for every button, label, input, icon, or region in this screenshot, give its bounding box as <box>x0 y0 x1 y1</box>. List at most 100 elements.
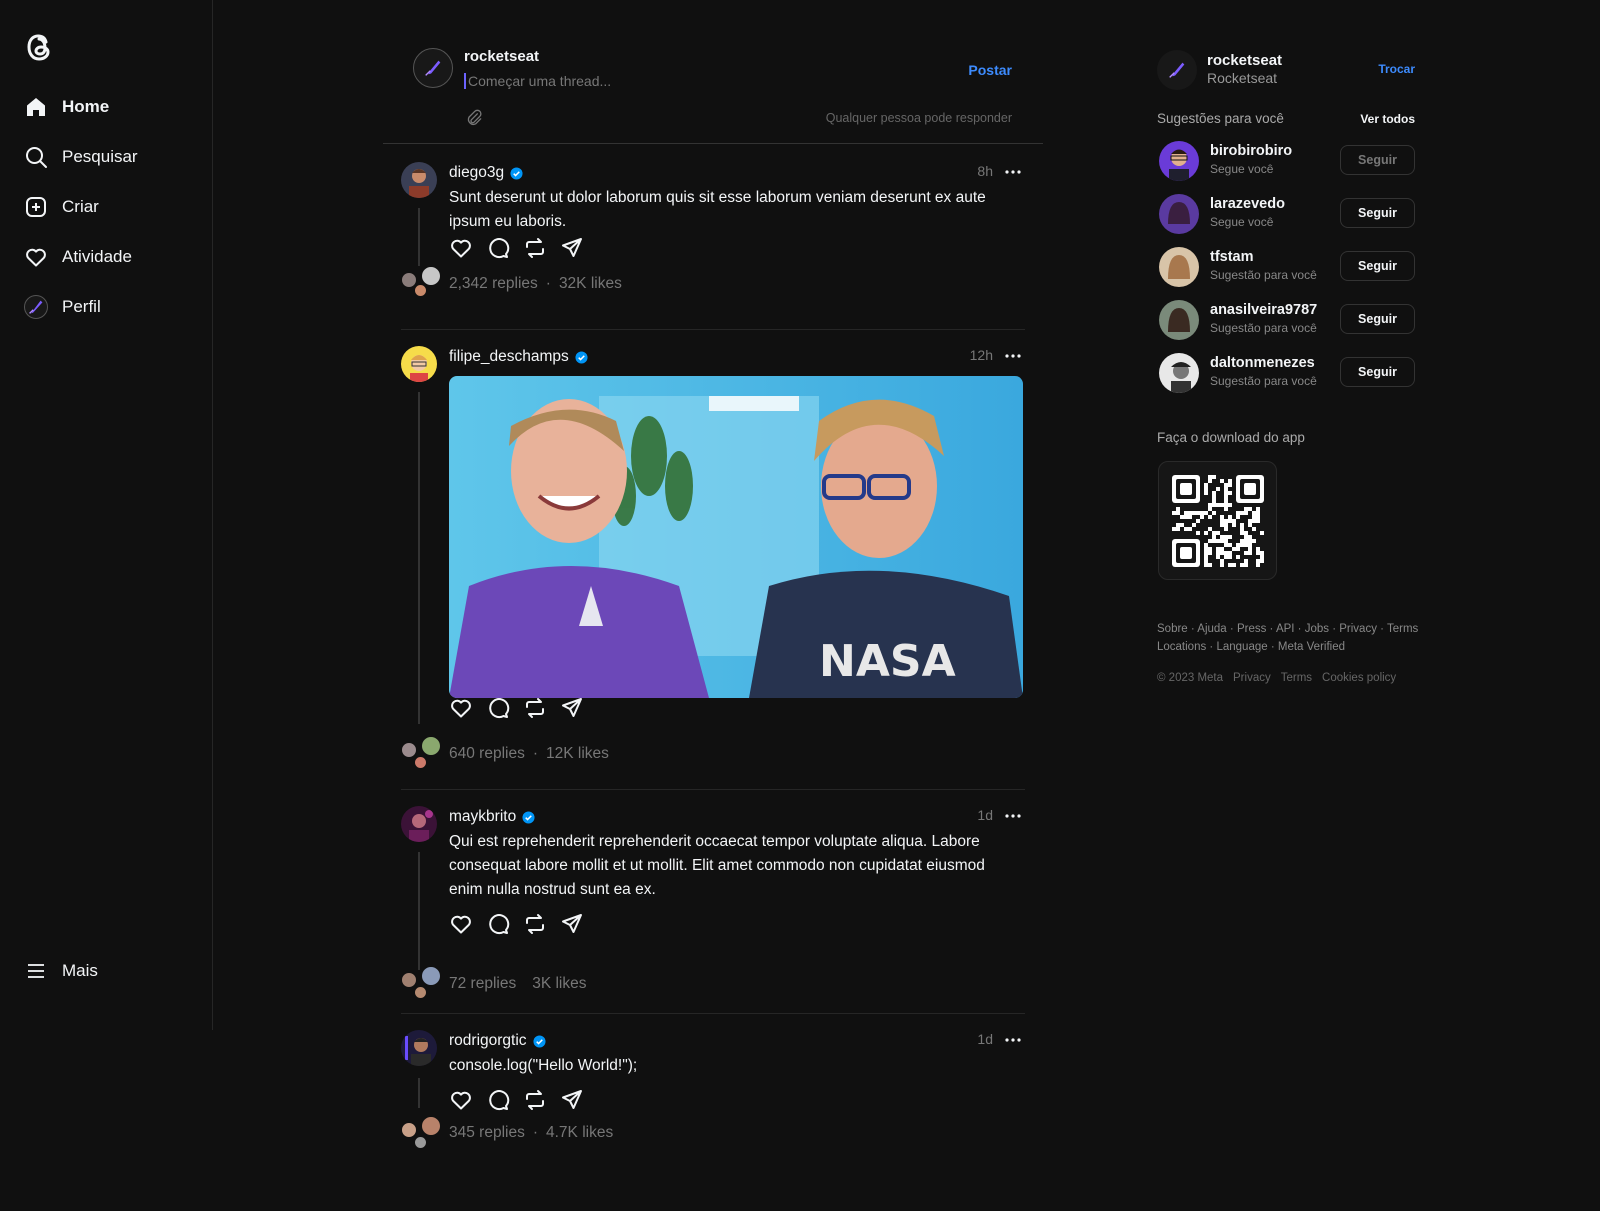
comment-icon[interactable] <box>486 1088 510 1112</box>
suggestion-username[interactable]: anasilveira9787 <box>1210 302 1317 318</box>
post-button[interactable]: Postar <box>968 62 1012 78</box>
stat-separator: · <box>532 1124 538 1141</box>
post-username[interactable]: maykbrito <box>449 808 516 826</box>
suggestion-username[interactable]: birobirobiro <box>1210 143 1292 159</box>
suggestion-avatar[interactable] <box>1159 353 1199 393</box>
replies-count[interactable]: 345 replies <box>449 1124 525 1142</box>
post-header: rodrigorgtic <box>449 1030 546 1052</box>
switch-account-button[interactable]: Trocar <box>1378 62 1415 76</box>
footer-link[interactable]: Meta Verified <box>1278 641 1345 653</box>
comment-icon[interactable] <box>486 236 510 260</box>
post-stats: 2,342 replies · 32K likes <box>449 275 622 293</box>
user-avatar[interactable] <box>401 346 437 382</box>
replies-count[interactable]: 640 replies <box>449 745 525 763</box>
footer-link[interactable]: Privacy <box>1233 672 1271 684</box>
share-icon[interactable] <box>560 696 584 720</box>
nav-search[interactable]: Pesquisar <box>24 145 138 169</box>
share-icon[interactable] <box>560 912 584 936</box>
heart-icon <box>26 248 46 267</box>
reply-permission[interactable]: Qualquer pessoa pode responder <box>826 111 1012 125</box>
comment-icon[interactable] <box>486 912 510 936</box>
follow-button[interactable]: Seguir <box>1340 145 1415 175</box>
nav-home-label: Home <box>62 97 110 116</box>
post-username[interactable]: diego3g <box>449 164 504 182</box>
rocket-icon <box>1169 62 1185 78</box>
user-avatar[interactable] <box>401 1030 437 1066</box>
more-icon[interactable] <box>1003 806 1023 826</box>
share-icon[interactable] <box>560 1088 584 1112</box>
replies-count[interactable]: 2,342 replies <box>449 275 538 293</box>
see-all-link[interactable]: Ver todos <box>1360 112 1415 126</box>
footer-link[interactable]: Press <box>1237 623 1266 635</box>
likes-count[interactable]: 12K likes <box>546 745 609 763</box>
follow-button[interactable]: Seguir <box>1340 198 1415 228</box>
attach-icon[interactable] <box>464 108 484 128</box>
likes-count[interactable]: 4.7K likes <box>546 1124 613 1142</box>
likes-count[interactable]: 32K likes <box>559 275 622 293</box>
post-username[interactable]: rodrigorgtic <box>449 1032 527 1050</box>
like-icon[interactable] <box>449 236 473 260</box>
post-stats: 640 replies · 12K likes <box>449 745 609 763</box>
current-username[interactable]: rocketseat <box>1207 52 1282 69</box>
current-user-avatar[interactable] <box>1157 50 1197 90</box>
nav-create[interactable]: Criar <box>24 195 99 219</box>
suggestion-subtitle: Sugestão para você <box>1210 268 1317 282</box>
post-username[interactable]: filipe_deschamps <box>449 348 569 366</box>
suggestion-username[interactable]: tfstam <box>1210 249 1254 265</box>
repost-icon[interactable] <box>523 696 547 720</box>
suggestion-avatar[interactable] <box>1159 247 1199 287</box>
suggestion-avatar[interactable] <box>1159 194 1199 234</box>
footer-link[interactable]: API <box>1276 623 1295 635</box>
thread-input[interactable] <box>464 73 844 89</box>
follow-button[interactable]: Seguir <box>1340 251 1415 281</box>
more-icon[interactable] <box>1003 162 1023 182</box>
post-header: filipe_deschamps <box>449 346 588 368</box>
likes-count[interactable]: 3K likes <box>532 975 586 993</box>
footer-link[interactable]: Language <box>1216 641 1267 653</box>
user-avatar[interactable] <box>401 162 437 198</box>
reply-avatar <box>414 1136 427 1149</box>
suggestion-username[interactable]: daltonmenezes <box>1210 355 1315 371</box>
reply-avatar <box>421 736 441 756</box>
user-avatar[interactable] <box>401 806 437 842</box>
footer-link[interactable]: Cookies policy <box>1322 672 1396 684</box>
footer-link[interactable]: Sobre <box>1157 623 1188 635</box>
comment-icon[interactable] <box>486 696 510 720</box>
footer-link[interactable]: Ajuda <box>1197 623 1226 635</box>
nav-home[interactable]: Home <box>24 95 109 119</box>
follow-button[interactable]: Seguir <box>1340 304 1415 334</box>
more-icon[interactable] <box>1003 346 1023 366</box>
qr-code[interactable] <box>1158 461 1277 580</box>
repost-icon[interactable] <box>523 912 547 936</box>
footer-link[interactable]: Terms <box>1387 623 1418 635</box>
follow-button[interactable]: Seguir <box>1340 357 1415 387</box>
like-icon[interactable] <box>449 912 473 936</box>
footer-link[interactable]: Terms <box>1281 672 1312 684</box>
reply-avatar <box>421 266 441 286</box>
post-image[interactable]: NASA <box>449 376 1023 698</box>
suggestion-username[interactable]: larazevedo <box>1210 196 1285 212</box>
nav-more[interactable]: Mais <box>24 959 98 983</box>
threads-logo[interactable] <box>22 28 56 66</box>
replies-count[interactable]: 72 replies <box>449 975 516 993</box>
share-icon[interactable] <box>560 236 584 260</box>
footer-link[interactable]: Locations <box>1157 641 1206 653</box>
repost-icon[interactable] <box>523 236 547 260</box>
photo-two-men-laughing: NASA <box>449 376 1023 698</box>
post-stats: 72 replies 3K likes <box>449 975 587 993</box>
footer-link[interactable]: Privacy <box>1339 623 1377 635</box>
reply-avatar <box>401 742 417 758</box>
nav-profile[interactable]: Perfil <box>24 295 101 319</box>
suggestion-avatar[interactable] <box>1159 300 1199 340</box>
more-icon[interactable] <box>1003 1030 1023 1050</box>
nav-activity[interactable]: Atividade <box>24 245 132 269</box>
repost-icon[interactable] <box>523 1088 547 1112</box>
suggestion-item: tfstam Sugestão para você Seguir <box>1157 247 1415 289</box>
post-time: 1d <box>977 1031 993 1047</box>
suggestion-avatar[interactable] <box>1159 141 1199 181</box>
like-icon[interactable] <box>449 1088 473 1112</box>
footer-bottom: © 2023 Meta Privacy Terms Cookies policy <box>1157 672 1396 684</box>
like-icon[interactable] <box>449 696 473 720</box>
suggestion-subtitle: Segue você <box>1210 162 1274 176</box>
footer-link[interactable]: Jobs <box>1305 623 1329 635</box>
